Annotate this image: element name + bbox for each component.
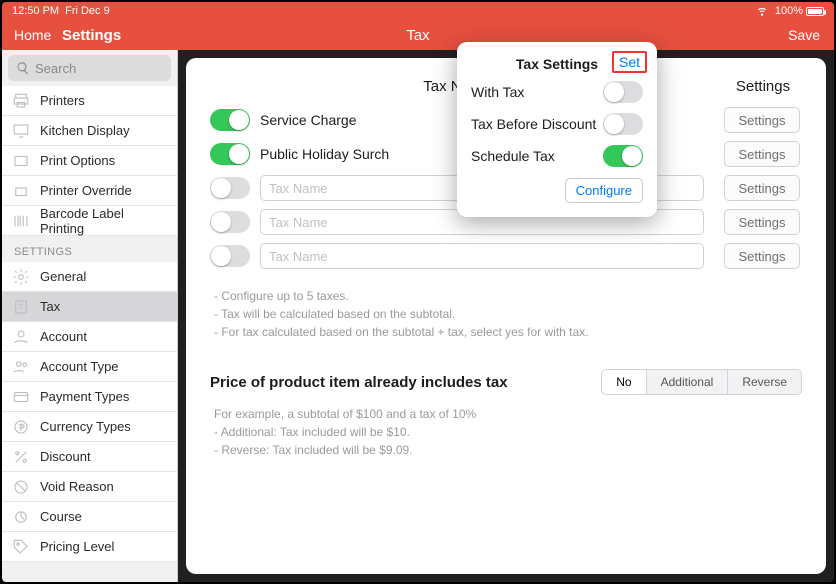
- sidebar-item-label: Barcode Label Printing: [40, 206, 167, 236]
- search-icon: [16, 61, 30, 75]
- tax-toggle-2[interactable]: [210, 143, 250, 165]
- popover-set-button[interactable]: Set: [612, 51, 647, 73]
- schedule-tax-toggle[interactable]: [603, 145, 643, 167]
- nav-header: Home Settings Tax Save: [2, 20, 834, 50]
- search-input[interactable]: Search: [8, 55, 171, 81]
- tax-settings-popover: Tax Settings Set With Tax Tax Before Dis…: [457, 42, 657, 217]
- seg-reverse[interactable]: Reverse: [727, 370, 801, 394]
- pricing-icon: [12, 538, 30, 556]
- user-icon: [12, 328, 30, 346]
- sidebar-item-print-options[interactable]: Print Options: [2, 146, 177, 176]
- sidebar-item-label: Account: [40, 329, 87, 344]
- sidebar-item-label: General: [40, 269, 86, 284]
- popover-row-label: Tax Before Discount: [471, 116, 596, 132]
- sidebar-item-payment-types[interactable]: Payment Types: [2, 382, 177, 412]
- popover-row-label: Schedule Tax: [471, 148, 555, 164]
- sidebar-item-label: Tax: [40, 299, 60, 314]
- printer-override-icon: [12, 182, 30, 200]
- void-icon: [12, 478, 30, 496]
- sidebar-group-label: SETTINGS: [2, 236, 177, 262]
- tax-input-5[interactable]: Tax Name: [260, 243, 704, 269]
- search-placeholder: Search: [35, 61, 76, 76]
- tax-before-discount-toggle[interactable]: [603, 113, 643, 135]
- settings-button-1[interactable]: Settings: [724, 107, 800, 133]
- price-tax-segmented[interactable]: No Additional Reverse: [601, 369, 802, 395]
- tax-icon: [12, 298, 30, 316]
- seg-additional[interactable]: Additional: [646, 370, 728, 394]
- settings-button-5[interactable]: Settings: [724, 243, 800, 269]
- home-button[interactable]: Home: [14, 27, 51, 43]
- wifi-icon: [755, 3, 769, 20]
- sidebar-item-discount[interactable]: Discount: [2, 442, 177, 472]
- tax-name-1: Service Charge: [260, 112, 357, 128]
- printer-icon: [12, 92, 30, 110]
- sidebar-item-pricing-level[interactable]: Pricing Level: [2, 532, 177, 562]
- sidebar-item-label: Account Type: [40, 359, 119, 374]
- price-includes-tax-header: Price of product item already includes t…: [210, 374, 508, 391]
- tax-toggle-4[interactable]: [210, 211, 250, 233]
- popover-title: Tax Settings: [516, 56, 598, 72]
- tax-notes: - Configure up to 5 taxes. - Tax will be…: [210, 287, 802, 341]
- status-time: 12:50 PM: [12, 5, 59, 17]
- save-button[interactable]: Save: [788, 27, 820, 43]
- sidebar-item-currency-types[interactable]: Currency Types: [2, 412, 177, 442]
- barcode-icon: [12, 212, 30, 230]
- price-example: For example, a subtotal of $100 and a ta…: [210, 405, 802, 459]
- popover-row-before-discount: Tax Before Discount: [471, 108, 643, 140]
- settings-button-4[interactable]: Settings: [724, 209, 800, 235]
- sidebar-item-label: Discount: [40, 449, 91, 464]
- settings-button-3[interactable]: Settings: [724, 175, 800, 201]
- display-icon: [12, 122, 30, 140]
- tax-row-5: Tax Name: [210, 243, 704, 269]
- sidebar-item-barcode[interactable]: Barcode Label Printing: [2, 206, 177, 236]
- payment-icon: [12, 388, 30, 406]
- popover-row-schedule-tax: Schedule Tax: [471, 140, 643, 172]
- settings-title: Settings: [62, 27, 121, 44]
- sidebar-item-void-reason[interactable]: Void Reason: [2, 472, 177, 502]
- page-title: Tax: [406, 27, 429, 44]
- currency-icon: [12, 418, 30, 436]
- sidebar-item-label: Kitchen Display: [40, 123, 130, 138]
- status-date: Fri Dec 9: [65, 5, 110, 17]
- sidebar-item-label: Void Reason: [40, 479, 114, 494]
- sidebar-item-account[interactable]: Account: [2, 322, 177, 352]
- sidebar-item-course[interactable]: Course: [2, 502, 177, 532]
- tax-toggle-5[interactable]: [210, 245, 250, 267]
- popover-row-label: With Tax: [471, 84, 524, 100]
- sidebar-item-label: Currency Types: [40, 419, 131, 434]
- users-icon: [12, 358, 30, 376]
- sidebar: Search Printers Kitchen Display Print Op…: [2, 50, 178, 582]
- sidebar-item-printer-override[interactable]: Printer Override: [2, 176, 177, 206]
- popover-row-with-tax: With Tax: [471, 76, 643, 108]
- print-options-icon: [12, 152, 30, 170]
- battery-icon: [806, 7, 824, 16]
- sidebar-item-printers[interactable]: Printers: [2, 86, 177, 116]
- sidebar-item-label: Pricing Level: [40, 539, 114, 554]
- discount-icon: [12, 448, 30, 466]
- sidebar-item-kitchen-display[interactable]: Kitchen Display: [2, 116, 177, 146]
- tax-toggle-1[interactable]: [210, 109, 250, 131]
- tax-toggle-3[interactable]: [210, 177, 250, 199]
- sidebar-item-label: Print Options: [40, 153, 115, 168]
- configure-button[interactable]: Configure: [565, 178, 643, 203]
- seg-no[interactable]: No: [602, 370, 645, 394]
- settings-button-2[interactable]: Settings: [724, 141, 800, 167]
- sidebar-item-account-type[interactable]: Account Type: [2, 352, 177, 382]
- sidebar-item-tax[interactable]: Tax: [2, 292, 177, 322]
- sidebar-item-label: Payment Types: [40, 389, 129, 404]
- course-icon: [12, 508, 30, 526]
- settings-col-header: Settings: [724, 78, 802, 95]
- sidebar-item-general[interactable]: General: [2, 262, 177, 292]
- tax-name-2: Public Holiday Surch: [260, 146, 389, 162]
- sidebar-item-label: Printer Override: [40, 183, 132, 198]
- gear-icon: [12, 268, 30, 286]
- sidebar-item-label: Course: [40, 509, 82, 524]
- battery-indicator: 100%: [775, 5, 824, 17]
- battery-percent: 100%: [775, 5, 803, 17]
- with-tax-toggle[interactable]: [603, 81, 643, 103]
- status-bar: 12:50 PM Fri Dec 9 100%: [2, 2, 834, 20]
- sidebar-item-label: Printers: [40, 93, 85, 108]
